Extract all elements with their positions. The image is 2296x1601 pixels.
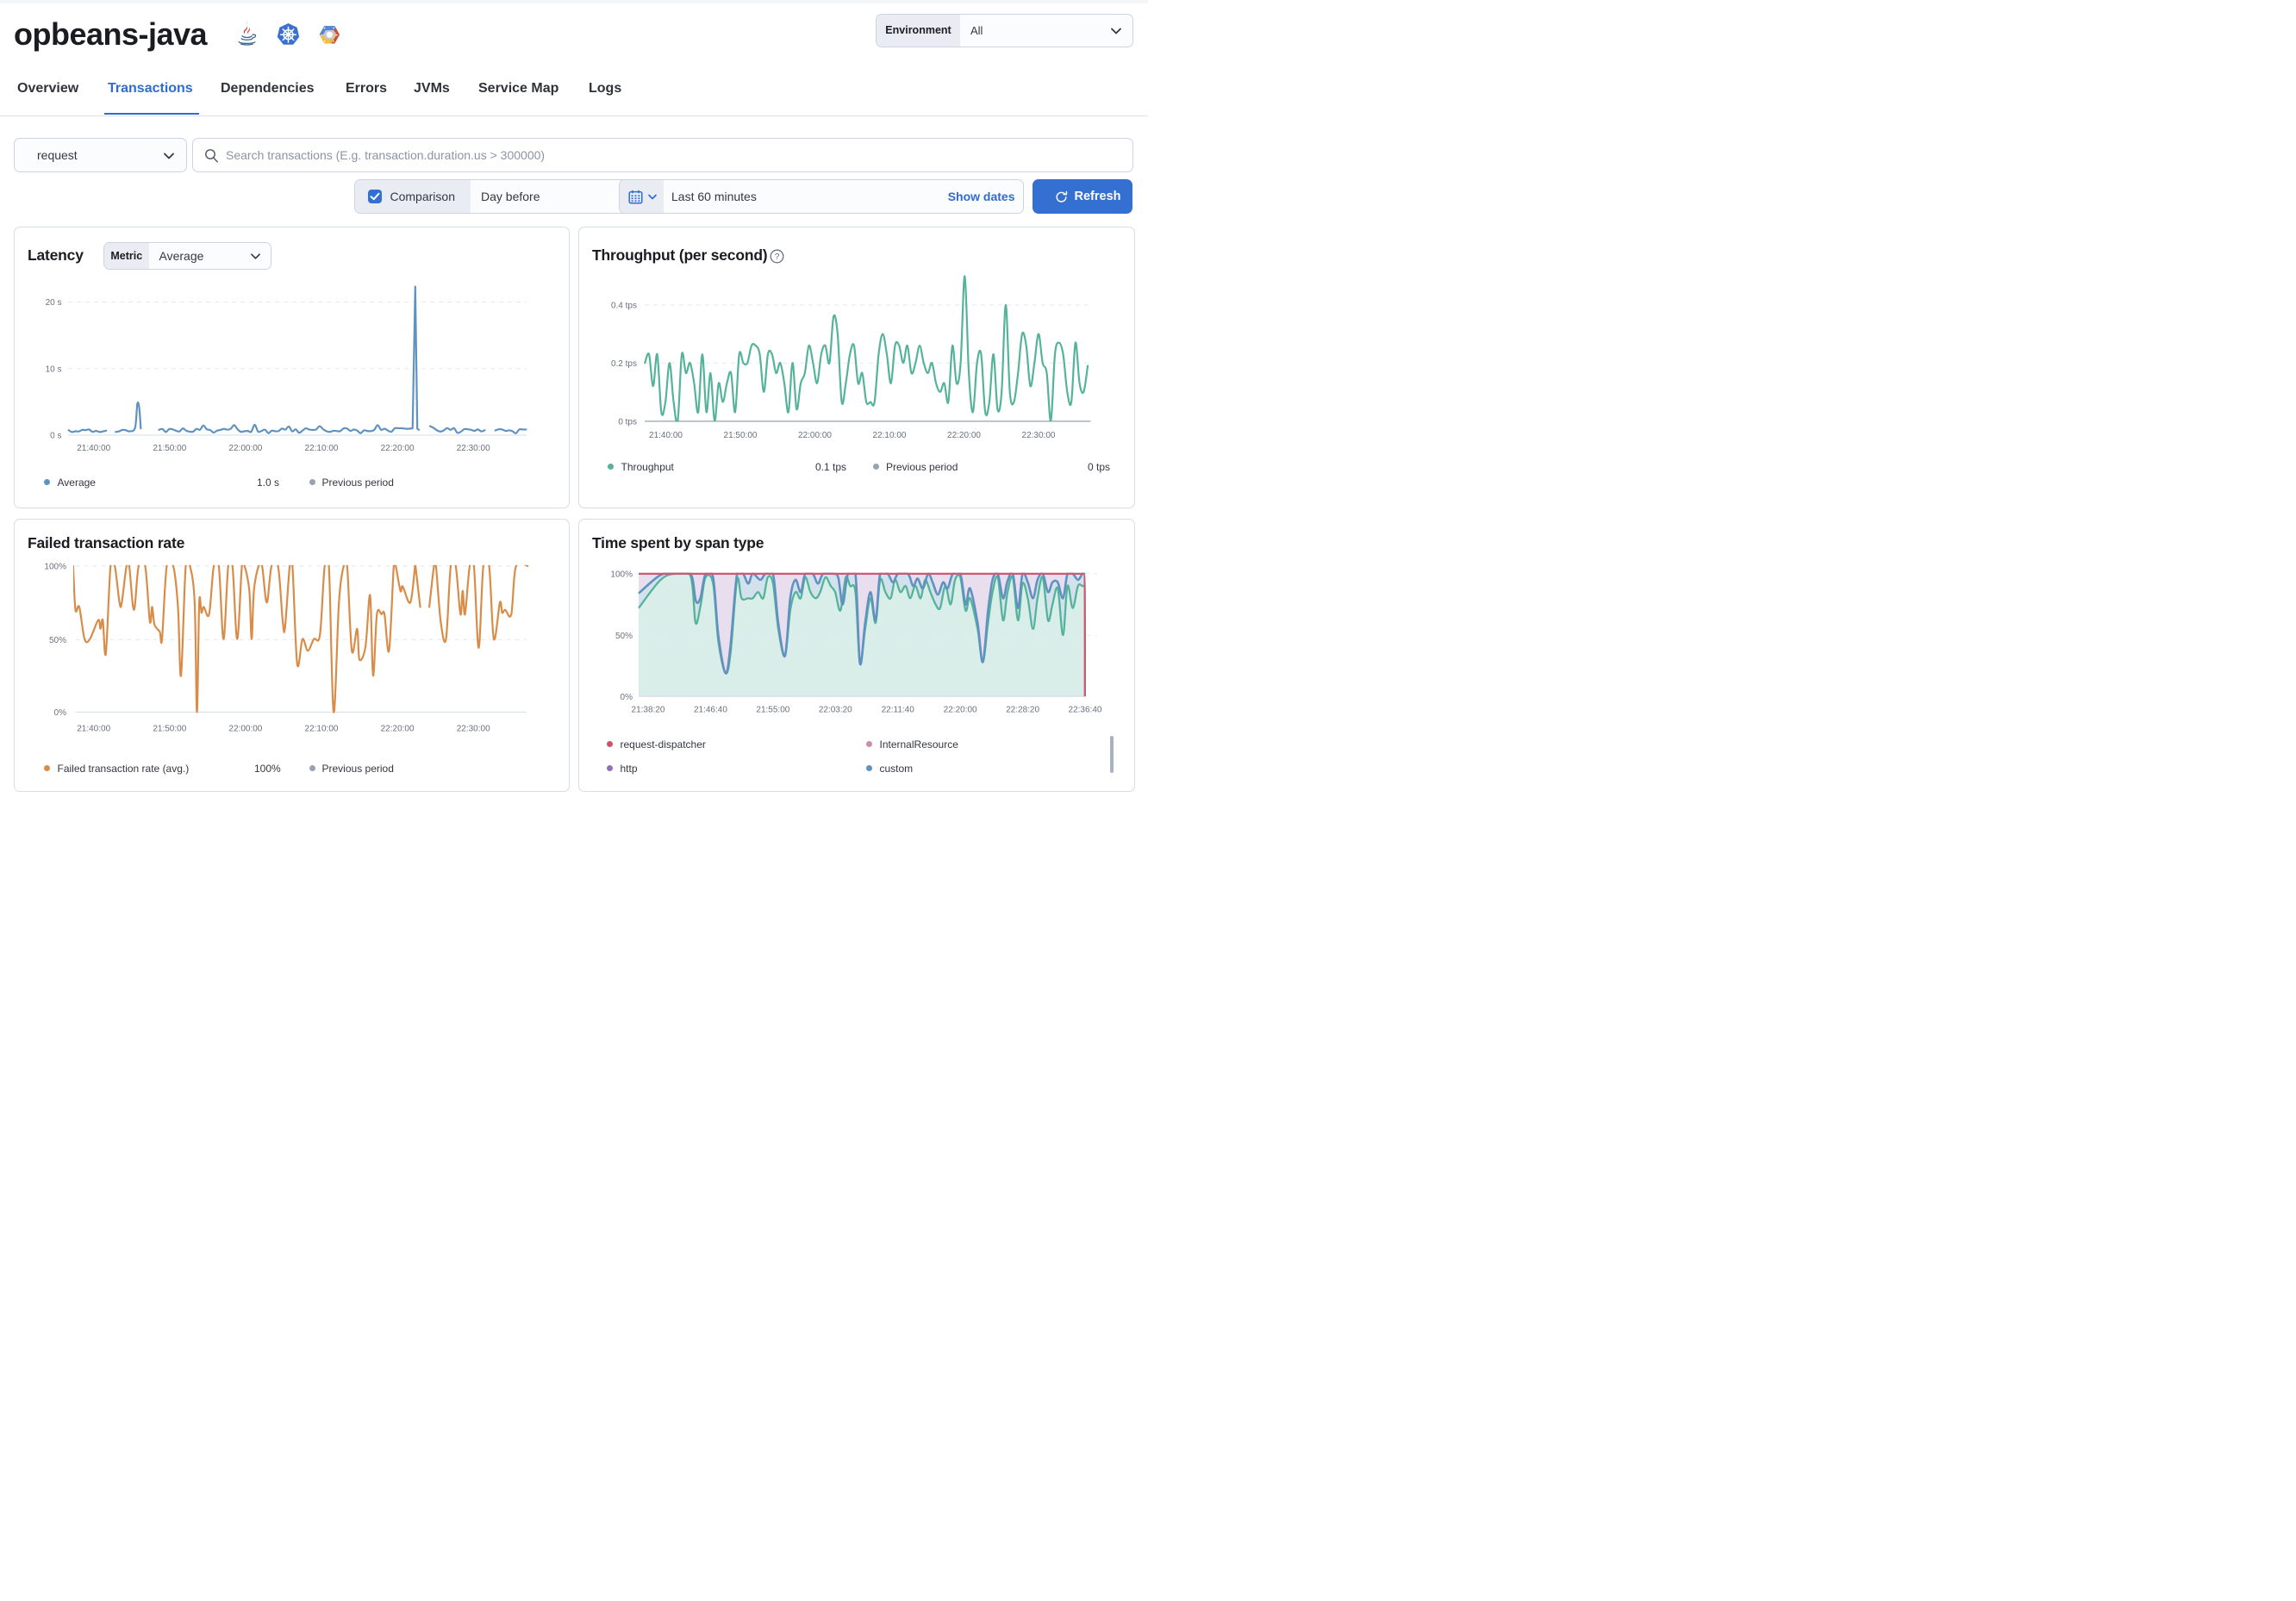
svg-text:22:36:40: 22:36:40 bbox=[1069, 706, 1102, 715]
svg-text:22:28:20: 22:28:20 bbox=[1006, 706, 1039, 715]
svg-text:21:40:00: 21:40:00 bbox=[77, 725, 110, 734]
svg-text:21:50:00: 21:50:00 bbox=[153, 444, 186, 453]
svg-text:0%: 0% bbox=[621, 693, 633, 702]
svg-text:22:30:00: 22:30:00 bbox=[457, 444, 490, 453]
svg-text:22:00:00: 22:00:00 bbox=[798, 431, 832, 440]
svg-text:21:55:00: 21:55:00 bbox=[756, 706, 789, 715]
svg-text:21:40:00: 21:40:00 bbox=[77, 444, 110, 453]
svg-text:0.4 tps: 0.4 tps bbox=[611, 302, 637, 311]
svg-text:50%: 50% bbox=[615, 632, 633, 641]
svg-text:22:20:00: 22:20:00 bbox=[947, 431, 981, 440]
svg-text:0.2 tps: 0.2 tps bbox=[611, 359, 637, 369]
svg-text:22:10:00: 22:10:00 bbox=[305, 444, 339, 453]
svg-text:100%: 100% bbox=[44, 563, 66, 572]
svg-text:10 s: 10 s bbox=[46, 365, 62, 375]
svg-text:22:30:00: 22:30:00 bbox=[457, 725, 490, 734]
svg-text:0 s: 0 s bbox=[50, 432, 61, 441]
svg-text:0 tps: 0 tps bbox=[618, 418, 637, 427]
svg-text:0%: 0% bbox=[54, 708, 67, 718]
svg-text:22:10:00: 22:10:00 bbox=[873, 431, 907, 440]
svg-text:22:20:00: 22:20:00 bbox=[381, 725, 415, 734]
svg-text:22:00:00: 22:00:00 bbox=[228, 444, 262, 453]
svg-text:22:11:40: 22:11:40 bbox=[882, 706, 915, 715]
svg-text:50%: 50% bbox=[49, 636, 66, 645]
svg-text:21:46:40: 21:46:40 bbox=[694, 706, 727, 715]
svg-text:22:30:00: 22:30:00 bbox=[1022, 431, 1056, 440]
svg-text:20 s: 20 s bbox=[46, 298, 62, 308]
svg-text:21:38:20: 21:38:20 bbox=[632, 706, 665, 715]
svg-text:21:50:00: 21:50:00 bbox=[153, 725, 186, 734]
svg-text:22:20:00: 22:20:00 bbox=[944, 706, 977, 715]
svg-text:22:00:00: 22:00:00 bbox=[228, 725, 262, 734]
svg-text:22:10:00: 22:10:00 bbox=[305, 725, 339, 734]
svg-text:22:03:20: 22:03:20 bbox=[819, 706, 852, 715]
svg-text:100%: 100% bbox=[610, 570, 633, 580]
svg-text:21:50:00: 21:50:00 bbox=[724, 431, 758, 440]
svg-text:21:40:00: 21:40:00 bbox=[649, 431, 683, 440]
svg-text:22:20:00: 22:20:00 bbox=[381, 444, 415, 453]
